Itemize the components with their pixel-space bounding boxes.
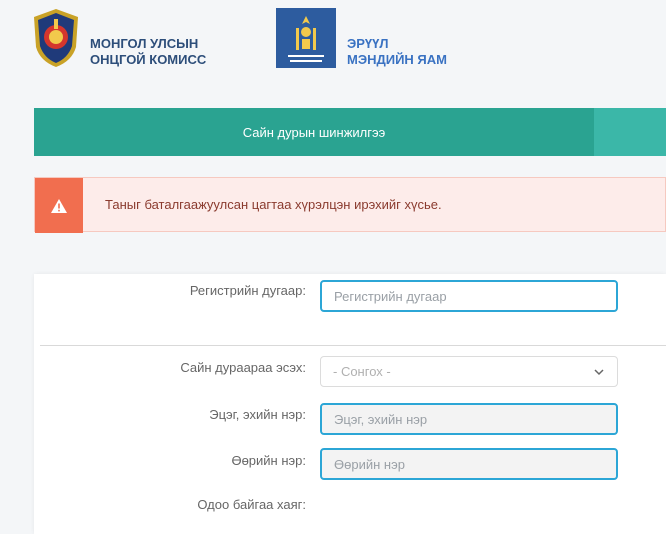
tab-voluntary-test[interactable]: Сайн дурын шинжилгээ	[34, 108, 594, 156]
registration-form: Регистрийн дугаар: Сайн дураараа эсэх: -…	[34, 274, 666, 534]
government-logo	[276, 8, 336, 68]
page-header: МОНГОЛ УЛСЫН ОНЦГОЙ КОМИСС ЭРҮҮЛ МЭНДИЙН…	[0, 0, 666, 90]
address-label: Одоо байгаа хаяг:	[197, 497, 306, 512]
tab-label: Сайн дурын шинжилгээ	[242, 124, 386, 140]
firstname-label: Өөрийн нэр:	[231, 453, 306, 468]
form-divider	[40, 345, 666, 346]
voluntary-select[interactable]: - Сонгох -	[320, 356, 618, 387]
registration-label: Регистрийн дугаар:	[189, 283, 306, 298]
emergency-commission-logo	[30, 7, 82, 69]
emergency-commission-title: МОНГОЛ УЛСЫН ОНЦГОЙ КОМИСС	[90, 36, 206, 68]
chevron-down-icon	[594, 369, 604, 376]
warning-icon	[35, 178, 83, 233]
registration-input[interactable]	[320, 280, 618, 312]
org1-line1: МОНГОЛ УЛСЫН	[90, 36, 199, 51]
voluntary-select-value: - Сонгох -	[333, 364, 391, 379]
org2-line1: ЭРҮҮЛ	[347, 36, 389, 51]
firstname-input[interactable]	[320, 448, 618, 480]
ministry-health-title: ЭРҮҮЛ МЭНДИЙН ЯАМ	[347, 36, 447, 68]
org2-line2: МЭНДИЙН ЯАМ	[347, 52, 447, 67]
voluntary-label: Сайн дураараа эсэх:	[180, 360, 306, 375]
org1-line2: ОНЦГОЙ КОМИСС	[90, 52, 207, 67]
surname-input[interactable]	[320, 403, 618, 435]
alert-banner: Таныг баталгаажуулсан цагтаа хүрэлцэн ир…	[34, 177, 666, 233]
alert-message: Таныг баталгаажуулсан цагтаа хүрэлцэн ир…	[105, 197, 442, 212]
surname-label: Эцэг, эхийн нэр:	[209, 407, 306, 422]
tab-bar: Сайн дурын шинжилгээ	[34, 108, 666, 156]
tab-next[interactable]	[594, 108, 666, 156]
